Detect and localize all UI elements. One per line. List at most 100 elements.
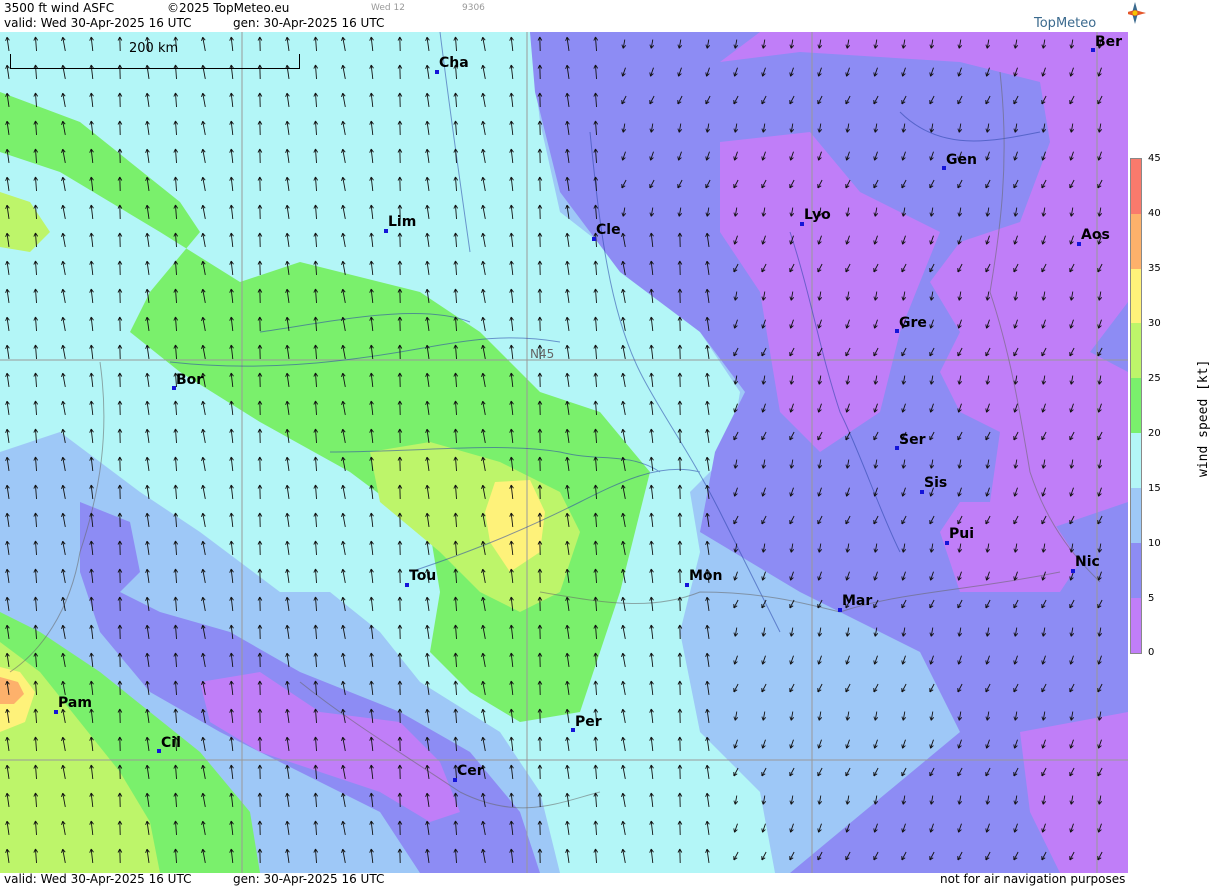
- wind-arrow-icon: [649, 344, 654, 360]
- product-title: 3500 ft wind ASFC: [4, 1, 115, 15]
- wind-arrow-icon: [705, 344, 710, 359]
- wind-arrow-icon: [677, 428, 683, 444]
- wind-arrow-icon: [565, 344, 570, 359]
- city-label: Cha: [439, 55, 469, 71]
- wind-arrow-icon: [341, 36, 346, 51]
- wind-arrow-icon: [285, 36, 290, 51]
- wind-arrow-icon: [369, 64, 374, 80]
- wind-arrow-icon: [481, 120, 486, 135]
- wind-arrow-icon: [621, 596, 626, 611]
- wind-arrow-icon: [397, 260, 403, 276]
- wind-arrow-icon: [61, 36, 66, 51]
- wind-arrow-icon: [201, 120, 206, 135]
- small-run-label: Wed 12: [371, 3, 405, 13]
- scale-label: 200 km: [129, 41, 179, 56]
- wind-arrow-icon: [397, 92, 403, 108]
- wind-arrow-icon: [705, 400, 710, 415]
- wind-arrow-icon: [341, 204, 346, 219]
- wind-arrow-icon: [369, 176, 374, 192]
- wind-arrow-icon: [369, 92, 374, 108]
- wind-arrow-icon: [593, 372, 599, 388]
- wind-arrow-icon: [621, 624, 626, 639]
- wind-arrow-icon: [229, 232, 234, 248]
- wind-arrow-icon: [537, 232, 543, 248]
- wind-arrow-icon: [229, 120, 234, 136]
- footer-generated-time: gen: 30-Apr-2025 16 UTC: [233, 872, 385, 886]
- legend-tick: 10: [1148, 538, 1161, 549]
- wind-arrow-icon: [649, 568, 654, 584]
- wind-arrow-icon: [649, 400, 654, 416]
- wind-arrow-icon: [481, 176, 486, 191]
- legend-tick: 30: [1148, 318, 1161, 329]
- wind-arrow-icon: [509, 260, 514, 276]
- wind-arrow-icon: [593, 288, 599, 304]
- legend-color-segment: [1131, 487, 1141, 543]
- wind-arrow-icon: [145, 232, 150, 247]
- wind-arrow-icon: [761, 851, 767, 861]
- map-header: 3500 ft wind ASFC ©2025 TopMeteo.eu Wed …: [0, 0, 1128, 32]
- wind-arrow-icon: [173, 176, 179, 192]
- wind-arrow-icon: [117, 120, 123, 136]
- wind-arrow-icon: [677, 372, 683, 388]
- small-run-code: 9306: [462, 3, 485, 13]
- wind-arrow-icon: [705, 372, 710, 387]
- city-label: Mon: [689, 568, 723, 584]
- brand-logo: [1124, 0, 1219, 32]
- wind-arrow-icon: [145, 120, 150, 135]
- wind-arrow-icon: [341, 232, 346, 247]
- wind-arrow-icon: [117, 232, 123, 248]
- legend-color-segment: [1131, 433, 1141, 488]
- wind-arrow-icon: [145, 92, 150, 107]
- legend-tick: 45: [1148, 153, 1161, 164]
- wind-arrow-icon: [537, 288, 543, 304]
- wind-arrow-icon: [481, 316, 486, 331]
- wind-arrow-icon: [229, 148, 234, 164]
- city-label: Gen: [946, 152, 977, 168]
- wind-arrow-icon: [649, 596, 654, 612]
- wind-arrow-icon: [201, 148, 206, 163]
- wind-arrow-icon: [313, 176, 319, 192]
- legend-tick: 5: [1148, 593, 1155, 604]
- legend-tick: 40: [1148, 208, 1161, 219]
- legend-color-segment: [1131, 542, 1141, 598]
- wind-arrow-icon: [425, 64, 430, 79]
- wind-arrow-icon: [509, 344, 514, 360]
- footer-disclaimer: not for air navigation purposes: [940, 872, 1126, 886]
- wind-arrow-icon: [341, 64, 346, 79]
- wind-arrow-icon: [621, 344, 626, 359]
- wind-arrow-icon: [257, 92, 263, 108]
- wind-arrow-icon: [453, 288, 459, 304]
- wind-arrow-icon: [677, 344, 683, 360]
- city-label: Mar: [842, 593, 873, 609]
- city-label: Lyo: [804, 207, 831, 223]
- wind-arrow-icon: [341, 148, 346, 163]
- wind-arrow-icon: [313, 64, 319, 80]
- legend-tick: 35: [1148, 263, 1161, 274]
- wind-arrow-icon: [397, 36, 403, 52]
- wind-arrow-icon: [677, 484, 683, 500]
- wind-arrow-icon: [733, 823, 738, 833]
- wind-arrow-icon: [397, 64, 403, 80]
- wind-arrow-icon: [509, 36, 514, 52]
- wind-arrow-icon: [593, 344, 599, 360]
- wind-arrow-icon: [425, 92, 430, 107]
- wind-arrow-icon: [285, 232, 290, 247]
- wind-map[interactable]: 200 km N45 Cha Ber Gen Lim Cle Lyo Aos G…: [0, 32, 1128, 873]
- footer-valid-time: valid: Wed 30-Apr-2025 16 UTC: [4, 872, 192, 886]
- wind-arrow-icon: [509, 204, 514, 220]
- wind-arrow-icon: [565, 232, 570, 247]
- wind-arrow-icon: [257, 148, 263, 164]
- wind-arrow-icon: [621, 400, 626, 415]
- valid-time: valid: Wed 30-Apr-2025 16 UTC: [4, 16, 192, 30]
- color-legend: 45 40 35 30 25 20 15 10 5 0 wind speed […: [1128, 32, 1219, 873]
- wind-arrow-icon: [313, 148, 319, 164]
- wind-arrow-icon: [425, 148, 430, 163]
- wind-arrow-icon: [229, 36, 234, 52]
- wind-arrow-icon: [649, 540, 654, 556]
- wind-arrow-icon: [201, 36, 206, 51]
- wind-arrow-icon: [621, 316, 626, 331]
- wind-arrow-icon: [313, 36, 319, 52]
- wind-arrow-icon: [677, 540, 683, 556]
- wind-arrow-icon: [481, 260, 486, 275]
- wind-arrow-icon: [173, 148, 179, 164]
